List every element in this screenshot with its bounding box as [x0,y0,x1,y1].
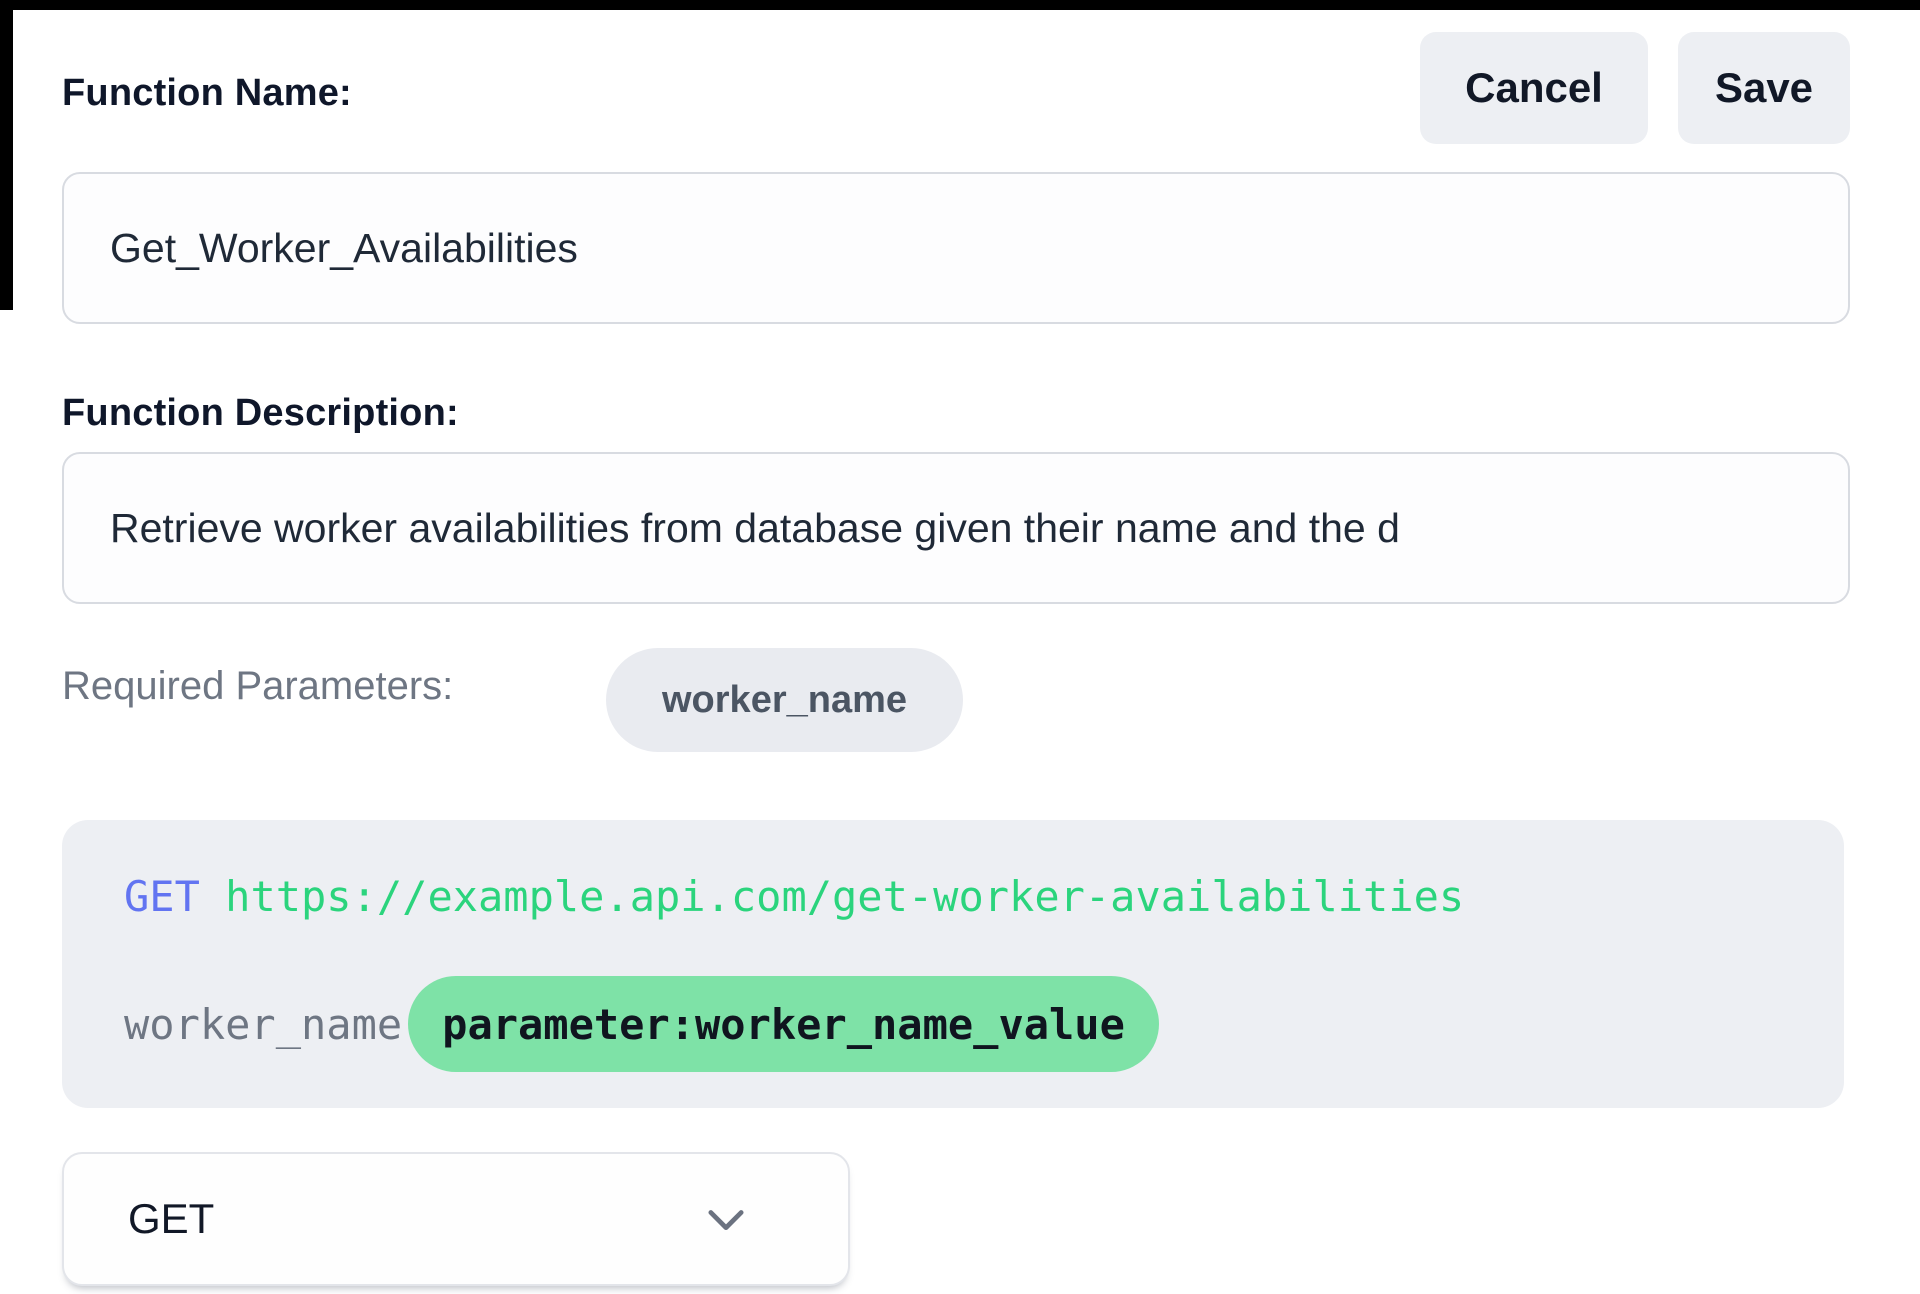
query-param-key: worker_name [124,1000,402,1049]
screenshot-frame-left [0,0,13,310]
request-method-text: GET [124,872,200,921]
http-method-selected-value: GET [128,1195,700,1243]
request-url-text: https://example.api.com/get-worker-avail… [225,872,1464,921]
required-parameter-chip: worker_name [606,648,963,752]
request-preview-panel: GET https://example.api.com/get-worker-a… [62,820,1844,1108]
method-url-space [200,872,225,921]
http-method-select[interactable]: GET [62,1152,850,1286]
function-description-label: Function Description: [62,392,459,435]
save-button[interactable]: Save [1678,32,1850,144]
query-param-value-chip: parameter:worker_name_value [408,976,1159,1072]
chevron-down-icon [700,1193,752,1245]
function-name-input[interactable] [62,172,1850,324]
cancel-button[interactable]: Cancel [1420,32,1648,144]
function-description-input[interactable] [62,452,1850,604]
required-parameters-label: Required Parameters: [62,664,453,709]
request-url-line: GET https://example.api.com/get-worker-a… [124,872,1464,921]
function-name-label: Function Name: [62,72,352,115]
screenshot-frame-top [0,0,1920,10]
request-param-line: worker_name parameter:worker_name_value [124,976,1159,1072]
